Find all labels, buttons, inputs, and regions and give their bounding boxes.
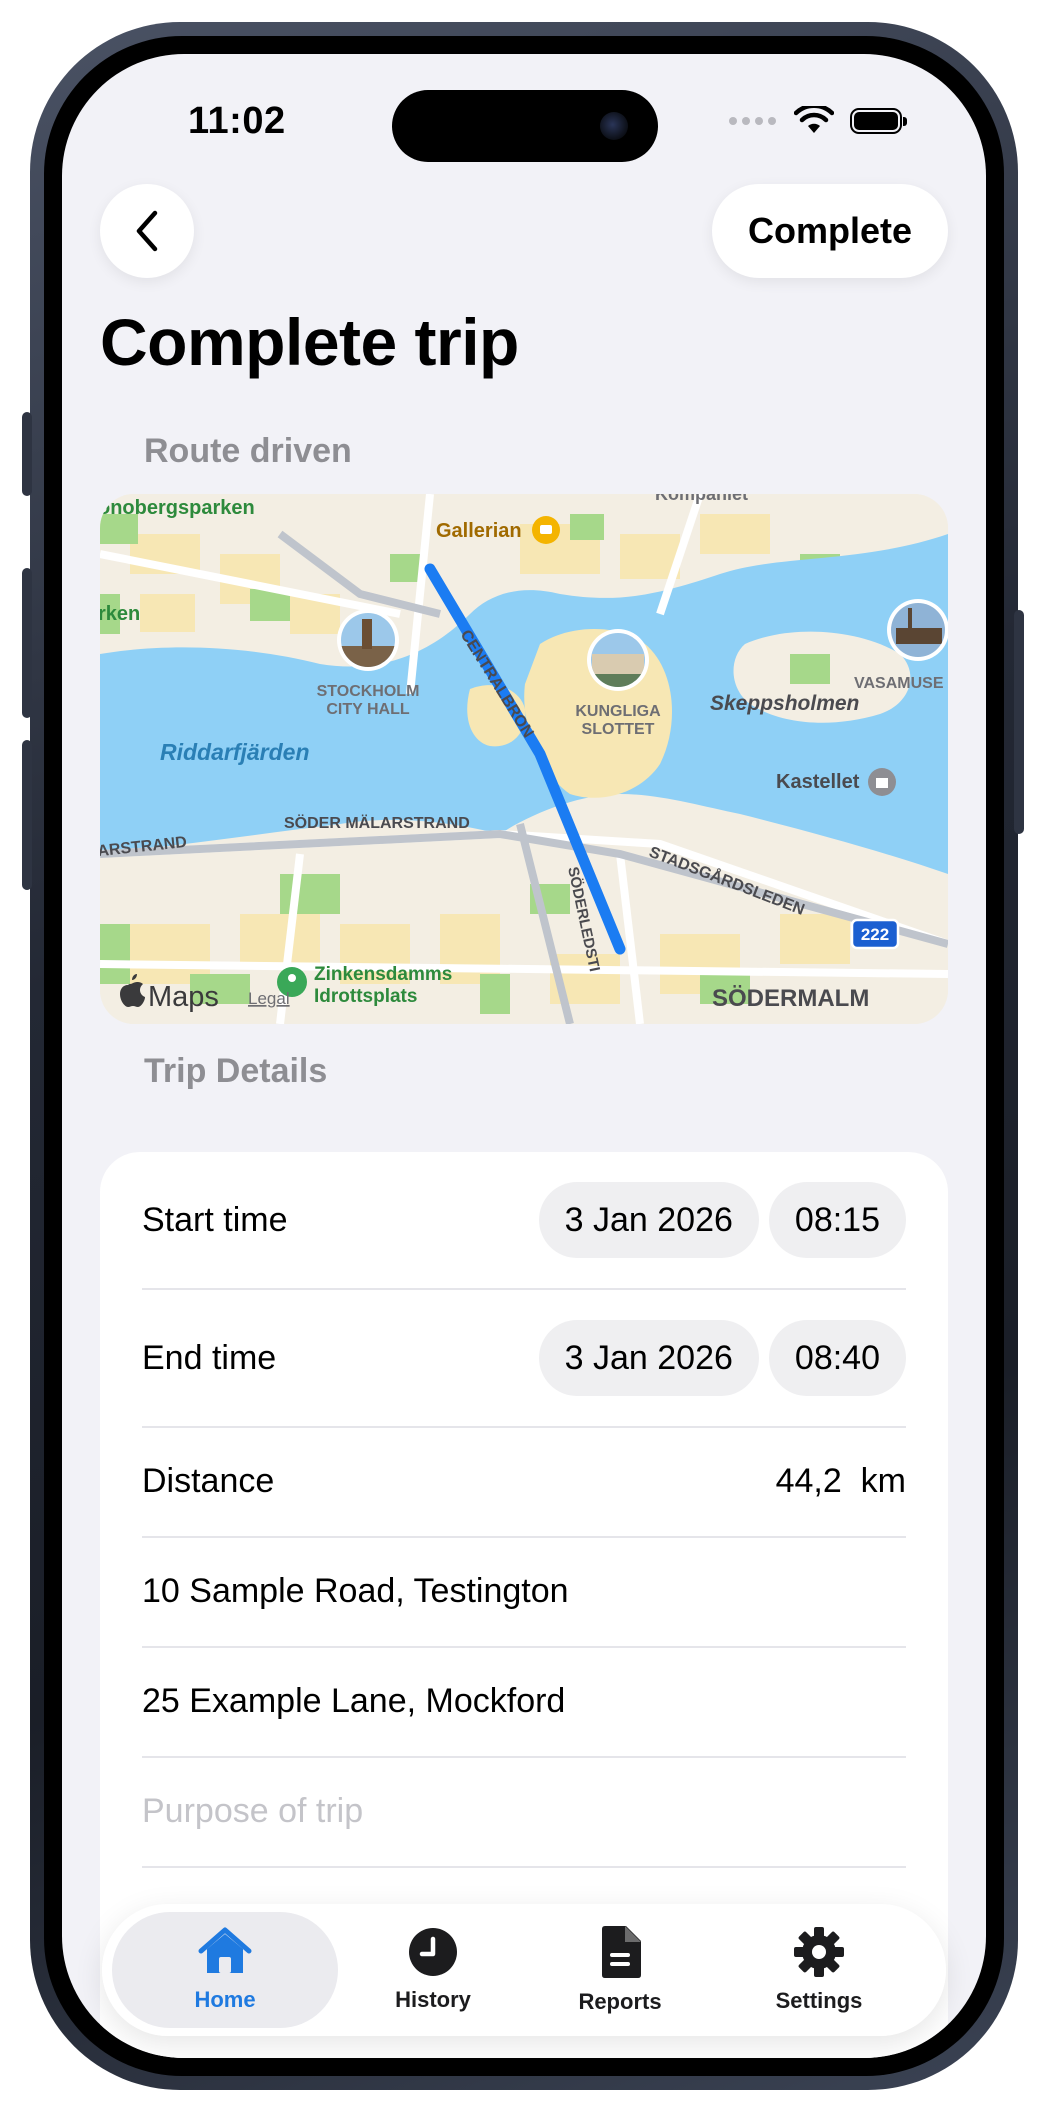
- page-title: Complete trip: [100, 305, 519, 379]
- map-label: Gallerian: [436, 520, 522, 542]
- tab-label: Reports: [578, 1989, 662, 2014]
- gallerian-marker[interactable]: [532, 516, 560, 544]
- end-date-picker[interactable]: 3 Jan 2026: [538, 1320, 759, 1396]
- power-button: [1014, 610, 1024, 834]
- start-address-field[interactable]: 10 Sample Road, Testington: [142, 1538, 906, 1644]
- start-address-value: 10 Sample Road, Testington: [142, 1571, 569, 1610]
- purpose-input[interactable]: Purpose of trip: [142, 1758, 906, 1864]
- tab-label: Settings: [775, 1988, 863, 2013]
- map-label: Kompaniet: [655, 494, 748, 504]
- map-label: SÖDER MÄLARSTRAND: [284, 813, 470, 832]
- status-time: 11:02: [188, 100, 286, 142]
- wifi-icon: [794, 106, 834, 133]
- tab-label: Home: [194, 1987, 256, 2012]
- vasa-museum-marker[interactable]: [887, 599, 948, 661]
- trip-details-section-label: Trip Details: [144, 1052, 328, 1090]
- clock-icon: [409, 1928, 457, 1976]
- map-label: Riddarfjärden: [160, 739, 310, 765]
- signal-dots-icon: [729, 117, 776, 125]
- tab-home[interactable]: Home: [112, 1912, 338, 2028]
- end-address-field[interactable]: 25 Example Lane, Mockford: [142, 1648, 906, 1754]
- document-icon: [602, 1926, 641, 1978]
- map-label: Skeppsholmen: [710, 692, 859, 715]
- svg-text:Maps: Maps: [148, 981, 219, 1013]
- royal-palace-marker[interactable]: [587, 629, 649, 691]
- kastellet-marker[interactable]: [868, 768, 896, 796]
- map-label: CITY HALL: [326, 701, 409, 718]
- start-date-picker[interactable]: 3 Jan 2026: [538, 1182, 759, 1258]
- city-hall-marker[interactable]: [337, 609, 399, 671]
- map-legal-link[interactable]: Legal: [248, 989, 290, 1008]
- gear-icon: [794, 1927, 844, 1977]
- distance-row[interactable]: Distance 44,2 km: [142, 1428, 906, 1534]
- volume-up-button: [22, 568, 32, 718]
- route-section-label: Route driven: [144, 432, 352, 470]
- start-time-row: Start time 3 Jan 2026 08:15: [142, 1182, 906, 1258]
- tab-settings[interactable]: Settings: [722, 1912, 916, 2028]
- map-label: SÖDERMALM: [712, 985, 869, 1012]
- tab-reports[interactable]: Reports: [528, 1912, 712, 2028]
- end-time-picker[interactable]: 08:40: [768, 1320, 906, 1396]
- tab-bar: Home History Reports Settings: [102, 1904, 946, 2036]
- end-time-label: End time: [142, 1338, 277, 1377]
- divider: [142, 1866, 906, 1868]
- battery-icon: [850, 108, 907, 134]
- map-label: Zinkensdamms: [314, 964, 452, 985]
- complete-button[interactable]: Complete: [711, 184, 948, 278]
- start-time-picker[interactable]: 08:15: [768, 1182, 906, 1258]
- chevron-left-icon: [136, 210, 158, 252]
- divider: [142, 1288, 906, 1290]
- dynamic-island: [392, 90, 658, 162]
- distance-value: 44,2 km: [775, 1461, 906, 1500]
- status-icons: [729, 106, 907, 136]
- tab-history[interactable]: History: [346, 1912, 520, 2028]
- action-button: [22, 412, 32, 496]
- start-time-label: Start time: [142, 1200, 288, 1239]
- map-label: VASAMUSE: [854, 675, 944, 692]
- map-label: Kastellet: [776, 771, 860, 793]
- house-icon: [198, 1927, 252, 1973]
- map-label: STOCKHOLM: [317, 683, 420, 700]
- end-time-row: End time 3 Jan 2026 08:40: [142, 1320, 906, 1396]
- map-label: rken: [100, 603, 140, 625]
- app-screen: 11:02 Complete Complete trip Route drive…: [62, 54, 986, 2058]
- purpose-placeholder: Purpose of trip: [142, 1791, 364, 1830]
- back-button[interactable]: [100, 184, 194, 278]
- map-label: SLOTTET: [582, 721, 655, 738]
- camera-icon: [600, 112, 628, 140]
- end-address-value: 25 Example Lane, Mockford: [142, 1681, 566, 1720]
- tab-label: History: [395, 1987, 471, 2012]
- map-label: Idrottsplats: [314, 986, 417, 1007]
- route-shield-222: 222: [850, 918, 900, 950]
- distance-label: Distance: [142, 1461, 275, 1500]
- route-map[interactable]: onobergsparken Kompaniet Gallerian rken …: [100, 494, 948, 1024]
- map-label: KUNGLIGA: [575, 703, 661, 720]
- map-label: onobergsparken: [100, 497, 255, 519]
- svg-text:222: 222: [861, 925, 889, 944]
- volume-down-button: [22, 740, 32, 890]
